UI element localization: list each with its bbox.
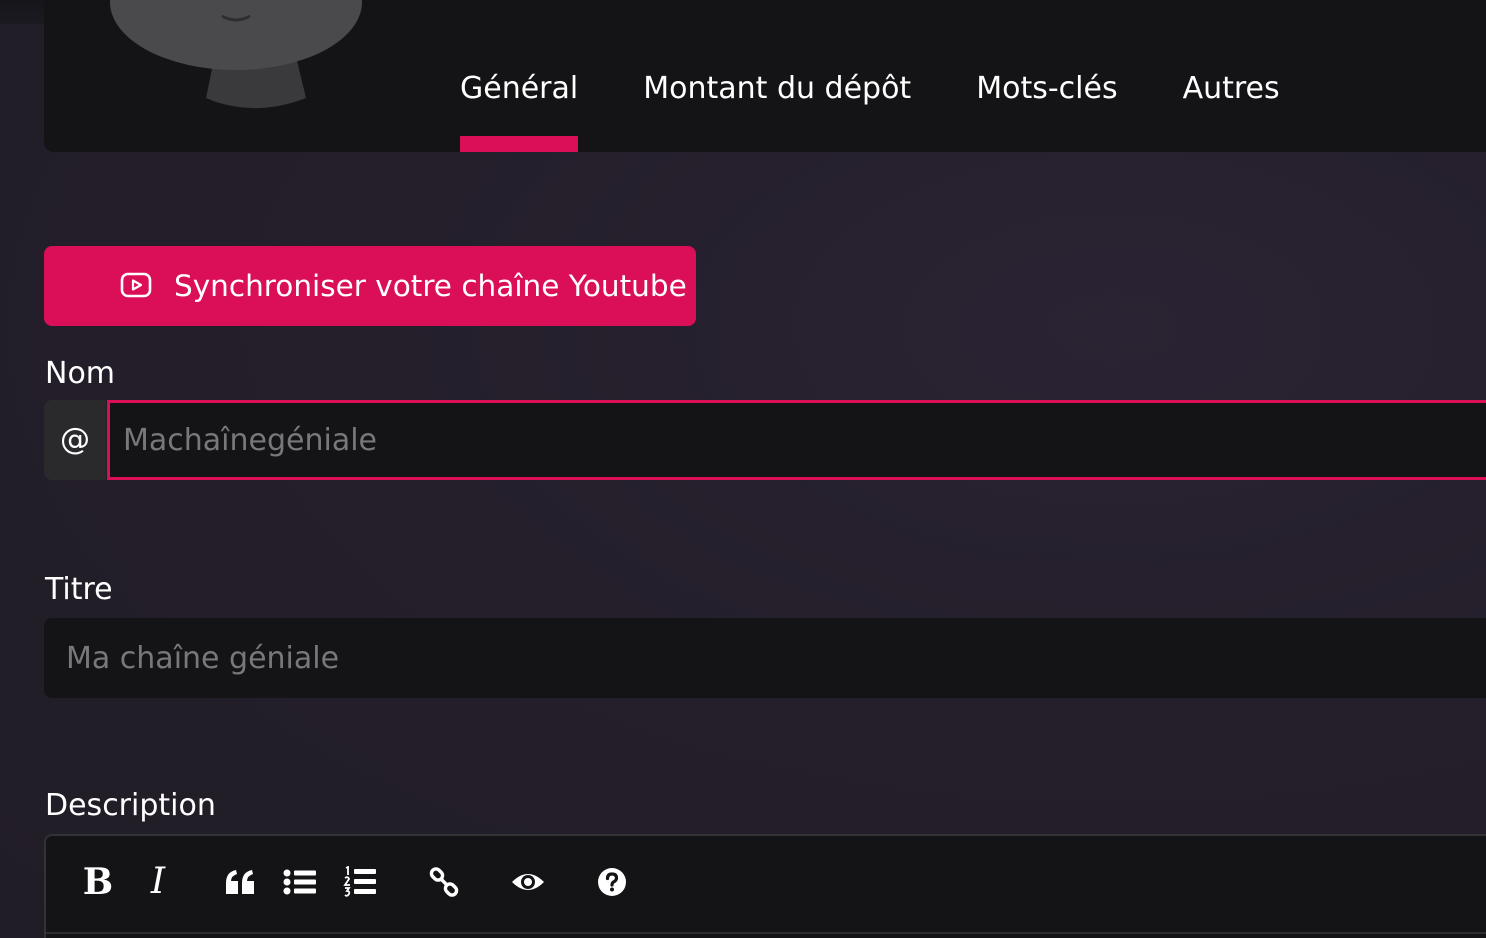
active-tab-indicator	[460, 136, 579, 152]
nom-label: Nom	[45, 356, 116, 391]
toolbar-divider	[46, 932, 1486, 934]
nom-input[interactable]	[107, 400, 1486, 480]
quote-icon[interactable]	[222, 862, 258, 902]
sync-youtube-label: Synchroniser votre chaîne Youtube	[174, 269, 687, 303]
help-icon[interactable]	[594, 862, 630, 902]
tab-general-label: Général	[460, 71, 579, 106]
bold-icon[interactable]: B	[80, 862, 116, 902]
at-prefix: @	[44, 400, 106, 480]
tab-montant-label: Montant du dépôt	[643, 71, 912, 106]
tab-mots-cles-label: Mots-clés	[976, 71, 1118, 106]
youtube-play-icon	[120, 272, 152, 298]
preview-eye-icon[interactable]	[508, 862, 548, 902]
italic-icon[interactable]: I	[140, 862, 176, 902]
tab-bar: Général Montant du dépôt Mots-clés Autre…	[460, 64, 1345, 152]
avatar-placeholder-icon	[110, 0, 362, 109]
tab-general[interactable]: Général	[460, 64, 579, 152]
unordered-list-icon[interactable]	[282, 862, 318, 902]
titre-input[interactable]	[44, 618, 1486, 698]
sync-youtube-button[interactable]: Synchroniser votre chaîne Youtube	[44, 246, 696, 326]
description-label: Description	[45, 788, 216, 823]
tab-montant-du-depot[interactable]: Montant du dépôt	[643, 64, 911, 152]
tab-autres-label: Autres	[1182, 71, 1280, 106]
tab-autres[interactable]: Autres	[1183, 64, 1280, 152]
description-editor[interactable]: B I	[44, 834, 1486, 938]
ordered-list-icon[interactable]	[342, 862, 378, 902]
titre-label: Titre	[45, 572, 113, 607]
profile-header-card: Général Montant du dépôt Mots-clés Autre…	[44, 0, 1486, 152]
link-icon[interactable]	[426, 862, 462, 902]
tab-mots-cles[interactable]: Mots-clés	[976, 64, 1117, 152]
